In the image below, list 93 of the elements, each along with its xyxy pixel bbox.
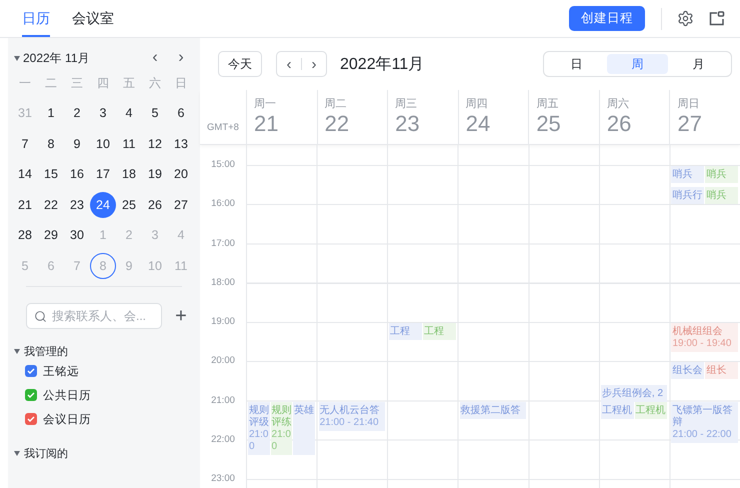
period-title: 2022年11月 (340, 54, 426, 74)
date-number: 27 (677, 111, 703, 137)
date-cell[interactable]: 8 (38, 130, 64, 157)
hour-label: 16:00 (211, 198, 235, 210)
hour-label: 22:00 (211, 434, 235, 446)
weekday-label: 三 (70, 74, 84, 92)
weekday-label: 四 (96, 74, 110, 92)
weekday-label: 周六 (606, 96, 630, 111)
weekday-label: 二 (44, 74, 58, 92)
date-cell[interactable]: 30 (64, 222, 90, 248)
add-button[interactable]: + (172, 305, 190, 327)
check-icon (27, 392, 35, 398)
weekday-label: 周日 (677, 97, 700, 111)
date-cell[interactable]: 26 (142, 192, 168, 218)
weekday-label: 五 (122, 74, 136, 92)
calendar-name: 公共日历 (43, 388, 91, 402)
search-field[interactable]: 搜索联系人、会... (26, 303, 162, 329)
caret-icon[interactable] (14, 56, 20, 60)
date-cell[interactable]: 16 (64, 161, 90, 188)
date-number: 24 (466, 111, 492, 137)
date-cell[interactable]: 2 (64, 100, 90, 126)
previous-month-button[interactable]: ‹ (142, 48, 168, 68)
check-icon (27, 416, 35, 422)
date-cell[interactable]: 1 (38, 100, 64, 126)
calendar-name: 会议日历 (43, 412, 91, 426)
calendar-checkbox[interactable] (25, 389, 37, 401)
date-cell[interactable]: 7 (12, 130, 38, 157)
date-cell[interactable]: 10 (90, 130, 116, 157)
date-cell[interactable]: 23 (64, 192, 90, 218)
weekday-label: 一 (18, 74, 32, 92)
timezone-label: GMT+8 (207, 122, 239, 133)
hour-label: 23:00 (211, 473, 235, 485)
hour-label: 17:00 (211, 238, 235, 250)
date-cell[interactable]: 9 (64, 130, 90, 157)
date-number: 25 (536, 111, 562, 137)
hour-label: 15:00 (211, 159, 235, 171)
date-cell[interactable]: 12 (142, 130, 168, 157)
hour-label: 18:00 (211, 276, 235, 289)
view-tab[interactable]: 日 (546, 54, 607, 74)
nav-tab[interactable]: 会议室 (72, 0, 114, 37)
weekday-label: 周一 (254, 97, 277, 111)
date-number: 21 (254, 111, 280, 137)
weekday-label: 日 (174, 74, 188, 92)
caret-icon[interactable] (14, 450, 20, 456)
date-cell[interactable]: 19 (142, 161, 168, 188)
calendar-name: 王铭远 (43, 364, 79, 378)
hour-label: 19:00 (211, 316, 235, 328)
date-number: 23 (395, 111, 421, 137)
view-tab[interactable]: 周 (607, 54, 668, 74)
caret-icon[interactable] (14, 348, 20, 354)
month-title: 2022年 11月 (23, 50, 90, 66)
hour-label: 21:00 (211, 394, 235, 406)
date-number: 26 (606, 111, 632, 137)
view-tab[interactable]: 月 (668, 54, 729, 74)
date-cell[interactable]: 14 (12, 161, 38, 188)
date-cell[interactable]: 5 (142, 100, 168, 126)
date-cell[interactable]: 20 (168, 161, 194, 188)
date-cell[interactable]: 13 (168, 130, 194, 157)
date-cell[interactable]: 3 (90, 100, 116, 126)
weekday-label: 周三 (395, 97, 418, 111)
window-icon[interactable] (708, 10, 726, 28)
weekday-label: 六 (148, 74, 162, 92)
date-cell[interactable]: 21 (12, 192, 38, 218)
next-week-button[interactable]: › (302, 52, 326, 76)
weekday-label: 周四 (466, 97, 489, 111)
weekday-label: 周五 (536, 97, 560, 111)
date-cell[interactable]: 28 (12, 222, 38, 248)
date-cell[interactable]: 18 (116, 161, 142, 188)
calendar-checkbox[interactable] (25, 365, 37, 377)
date-cell[interactable]: 17 (90, 161, 116, 188)
date-cell[interactable]: 6 (168, 100, 194, 126)
section-title[interactable]: 我订阅的 (24, 446, 68, 460)
date-cell[interactable]: 29 (38, 222, 64, 248)
date-cell[interactable]: 27 (168, 192, 194, 218)
calendar-checkbox[interactable] (25, 413, 37, 425)
date-cell[interactable]: 11 (116, 130, 142, 157)
next-month-button[interactable]: › (168, 48, 194, 68)
search-icon (34, 310, 47, 322)
create-event-button[interactable]: 创建日程 (569, 6, 645, 31)
date-cell[interactable]: 4 (116, 100, 142, 126)
date-cell[interactable]: 24 (90, 192, 116, 218)
today-button[interactable]: 今天 (218, 51, 262, 77)
date-cell[interactable]: 15 (38, 161, 64, 188)
date-cell[interactable]: 25 (116, 192, 142, 218)
previous-week-button[interactable]: ‹ (277, 52, 301, 76)
check-icon (27, 368, 35, 374)
date-number: 22 (324, 111, 350, 137)
date-cell[interactable]: 22 (38, 192, 64, 218)
hour-label: 20:00 (211, 355, 235, 368)
weekday-label: 周二 (324, 97, 348, 111)
search-input[interactable]: 搜索联系人、会... (52, 309, 152, 323)
section-title[interactable]: 我管理的 (24, 344, 68, 358)
settings-icon[interactable] (676, 10, 694, 28)
